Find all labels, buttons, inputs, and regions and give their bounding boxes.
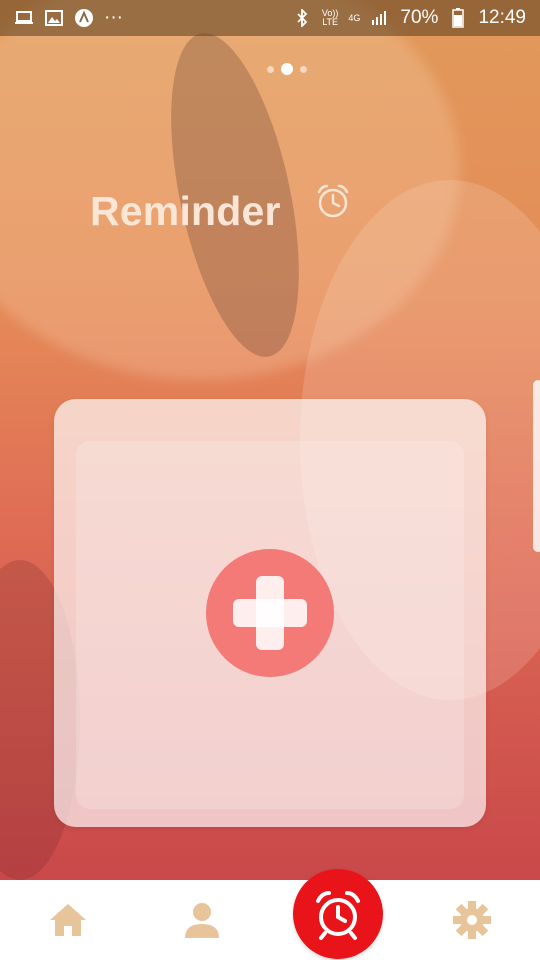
nav-reminder-button[interactable] [293,869,383,959]
side-drawer-handle[interactable] [533,380,540,552]
battery-percent: 70% [400,7,439,28]
page-indicator [267,63,307,75]
bluetooth-icon [292,9,312,27]
gear-icon [453,901,491,939]
status-right-icons: Vo)) LTE 4G 70% 12:49 [292,7,526,29]
network-type-indicator: 4G [348,12,361,23]
bottom-nav [0,880,540,960]
battery-icon [448,8,468,28]
person-icon [185,903,219,938]
page-title: Reminder [90,188,281,234]
plus-icon [233,599,307,627]
nav-home-button[interactable] [48,900,88,940]
signal-icon [370,10,390,26]
home-icon [50,904,86,936]
status-left-icons: ··· [14,7,123,29]
app-a-icon [74,9,94,27]
volte-indicator: Vo)) LTE [321,8,339,27]
nav-profile-button[interactable] [182,900,222,940]
clock-time: 12:49 [478,7,526,28]
status-bar: ··· Vo)) LTE 4G 70% 12:49 [0,0,540,36]
alarm-clock-icon [314,182,352,220]
page-dot-active[interactable] [281,63,293,75]
laptop-icon [14,10,34,26]
add-reminder-card[interactable] [54,399,486,827]
more-dots-icon: ··· [104,7,123,28]
nav-settings-button[interactable] [452,900,492,940]
page-dot[interactable] [267,65,274,73]
add-reminder-button[interactable] [206,549,334,677]
page-dot[interactable] [300,65,307,73]
alarm-clock-icon [316,891,360,940]
image-icon [44,10,64,26]
